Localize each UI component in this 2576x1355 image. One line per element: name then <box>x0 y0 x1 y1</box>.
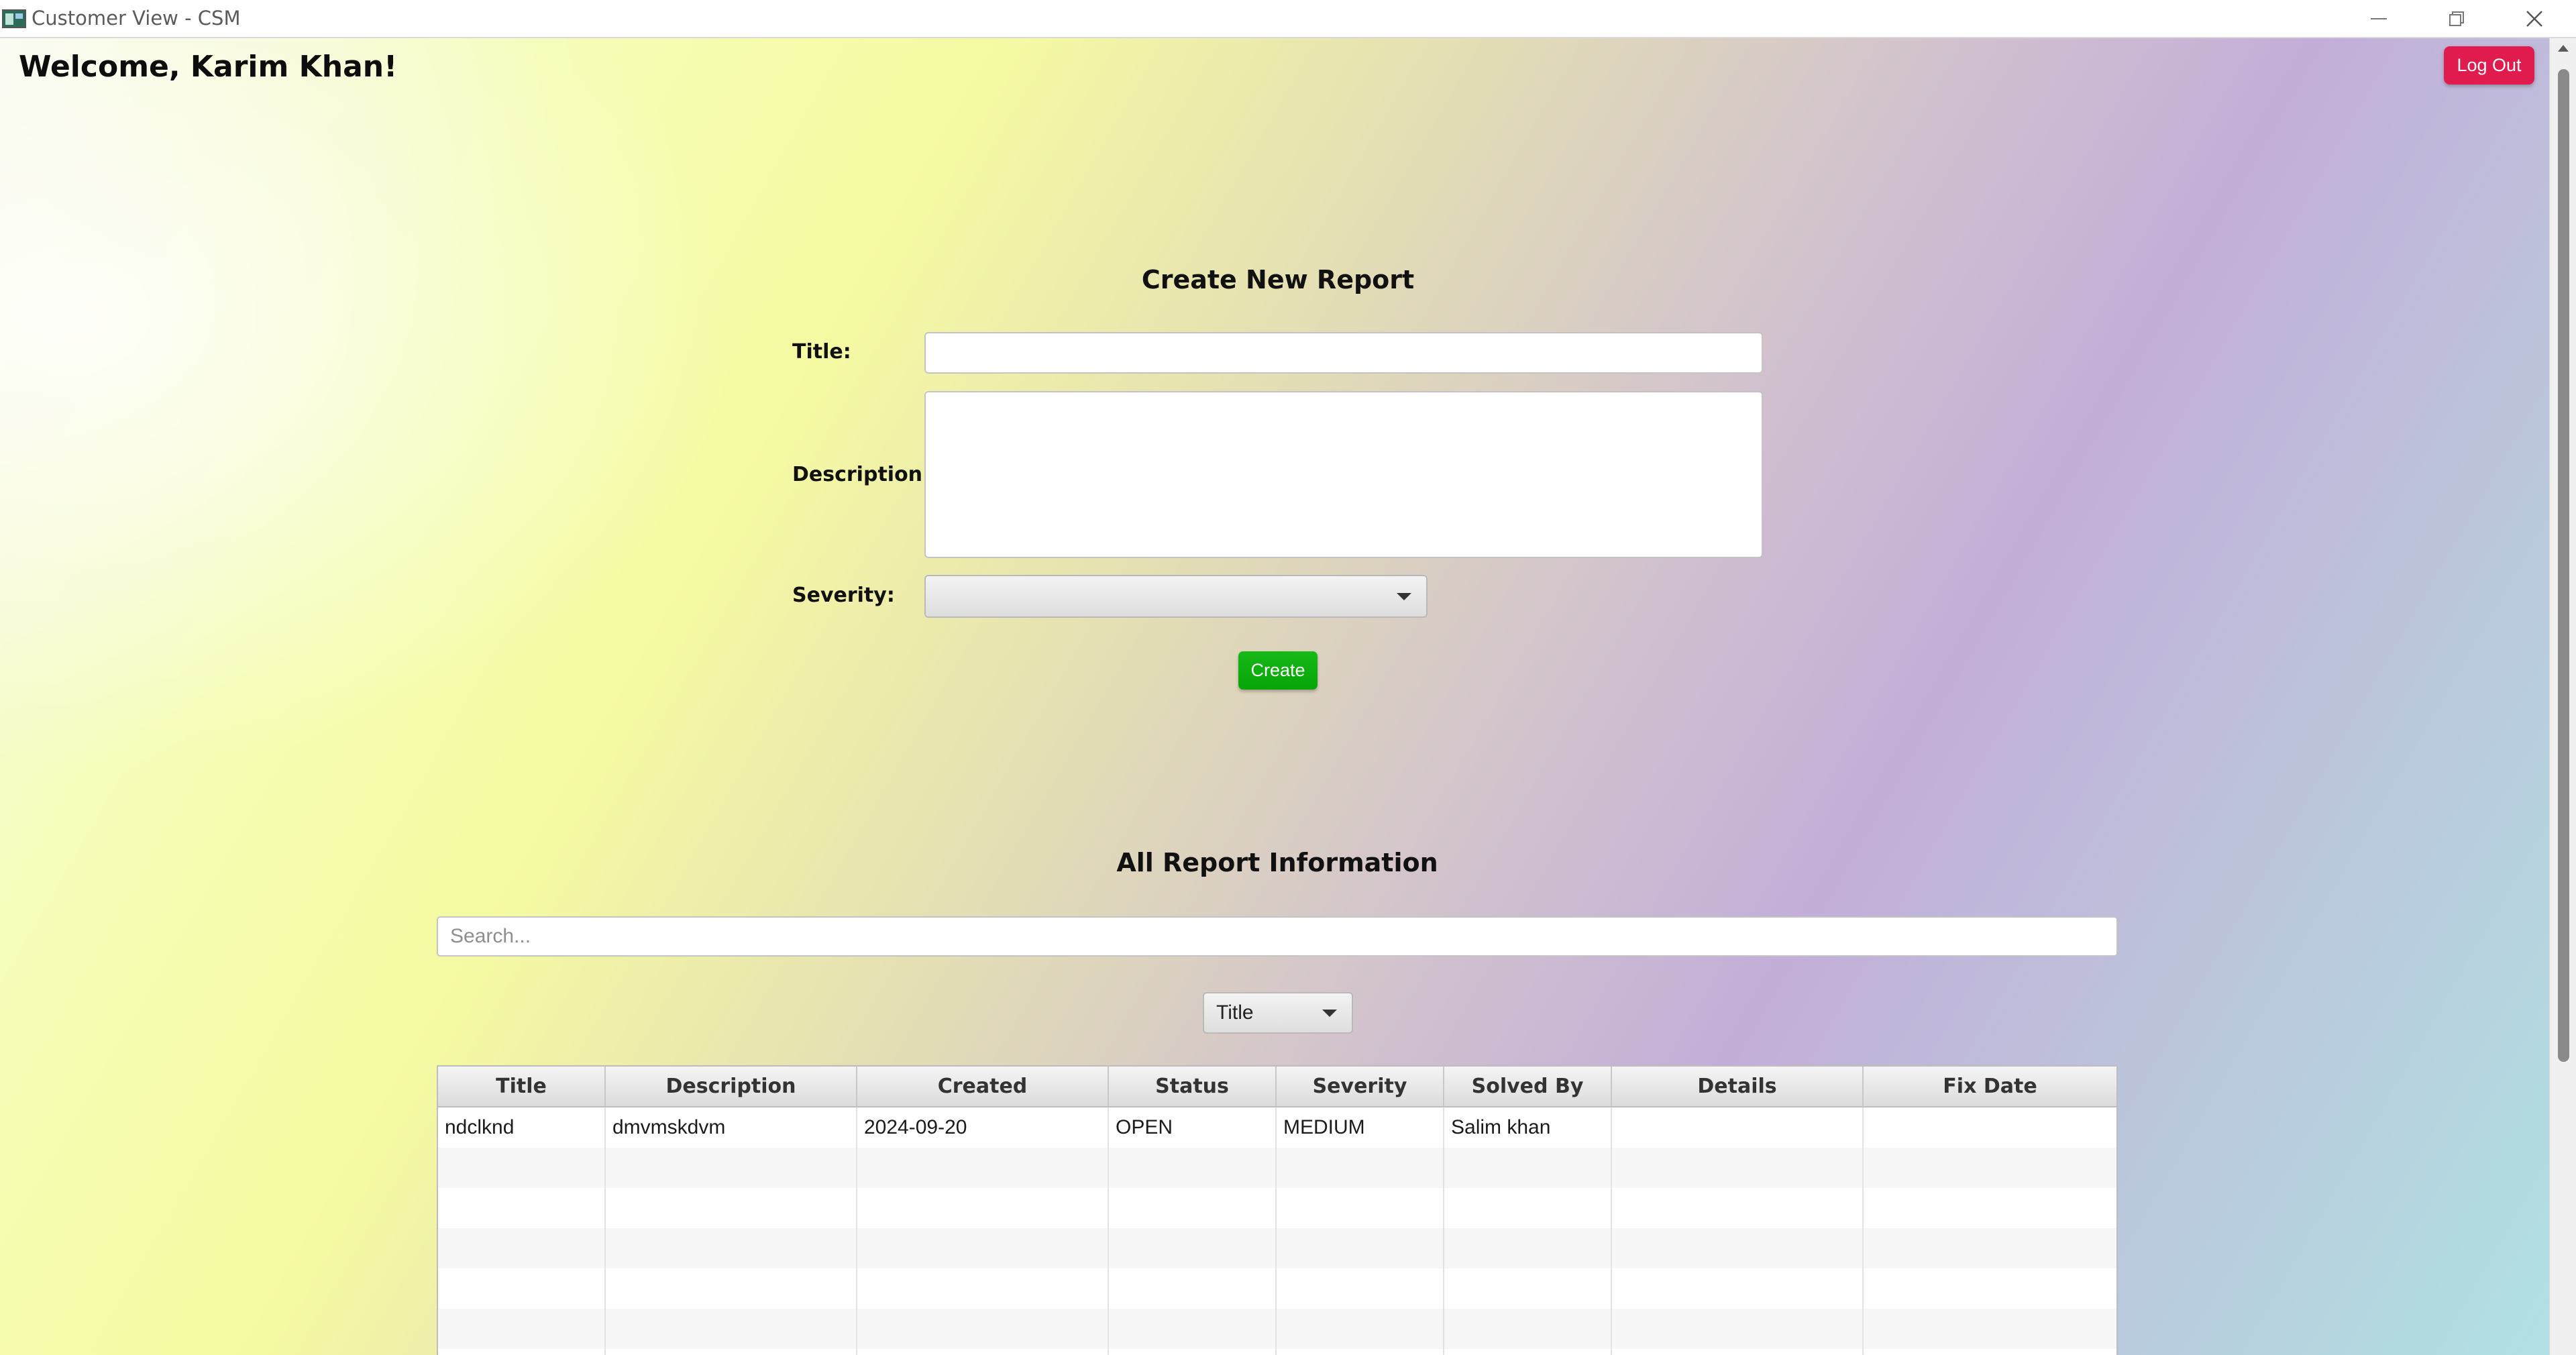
column-header-created[interactable]: Created <box>857 1067 1109 1106</box>
chevron-down-icon <box>1397 592 1411 600</box>
description-textarea[interactable] <box>924 391 1763 558</box>
table-header: Title Description Created Status Severit… <box>438 1067 2116 1107</box>
filter-value: Title <box>1216 1001 1254 1024</box>
minimize-icon[interactable] <box>2340 0 2418 38</box>
cell-created: 2024-09-20 <box>857 1107 1109 1148</box>
chevron-down-icon <box>1322 1009 1337 1017</box>
create-report-heading: Create New Report <box>1141 265 1415 294</box>
severity-label: Severity: <box>792 584 895 607</box>
severity-select[interactable] <box>924 575 1428 618</box>
cell-solved-by: Salim khan <box>1444 1107 1612 1148</box>
empty-table-row <box>438 1309 2116 1349</box>
empty-table-row <box>438 1228 2116 1268</box>
column-header-details[interactable]: Details <box>1612 1067 1864 1106</box>
cell-status: OPEN <box>1109 1107 1277 1148</box>
empty-table-row <box>438 1188 2116 1228</box>
column-header-fix-date[interactable]: Fix Date <box>1864 1067 2116 1106</box>
table-row[interactable]: ndclknd dmvmskdvm 2024-09-20 OPEN MEDIUM… <box>438 1107 2116 1148</box>
column-header-severity[interactable]: Severity <box>1277 1067 1444 1106</box>
window-title: Customer View - CSM <box>32 7 241 30</box>
empty-table-row <box>438 1268 2116 1309</box>
cell-title: ndclknd <box>438 1107 606 1148</box>
column-header-description[interactable]: Description <box>606 1067 857 1106</box>
logout-button[interactable]: Log Out <box>2444 46 2534 85</box>
restore-icon[interactable] <box>2418 0 2496 38</box>
reports-heading: All Report Information <box>1116 848 1438 877</box>
column-header-status[interactable]: Status <box>1109 1067 1277 1106</box>
scroll-up-icon[interactable] <box>2558 45 2569 52</box>
empty-table-row <box>438 1148 2116 1188</box>
cell-details <box>1612 1107 1864 1148</box>
main-content: Welcome, Karim Khan! Log Out Create New … <box>0 38 2549 1355</box>
search-filter-select[interactable]: Title <box>1203 992 1353 1034</box>
cell-severity: MEDIUM <box>1277 1107 1444 1148</box>
close-icon[interactable] <box>2496 0 2573 38</box>
vertical-scrollbar[interactable] <box>2549 38 2576 1355</box>
create-button[interactable]: Create <box>1238 651 1318 690</box>
window-titlebar: Customer View - CSM <box>0 0 2576 38</box>
cell-description: dmvmskdvm <box>606 1107 857 1148</box>
search-input[interactable] <box>437 916 2118 957</box>
empty-table-row <box>438 1349 2116 1355</box>
scrollbar-thumb[interactable] <box>2558 69 2569 1062</box>
cell-fix-date <box>1864 1107 2116 1148</box>
title-label: Title: <box>792 340 851 364</box>
column-header-solved-by[interactable]: Solved By <box>1444 1067 1612 1106</box>
column-header-title[interactable]: Title <box>438 1067 606 1106</box>
description-label: Description: <box>792 463 931 486</box>
welcome-message: Welcome, Karim Khan! <box>19 50 398 84</box>
reports-table: Title Description Created Status Severit… <box>437 1065 2118 1355</box>
app-icon <box>2 8 28 30</box>
title-input[interactable] <box>924 332 1763 374</box>
